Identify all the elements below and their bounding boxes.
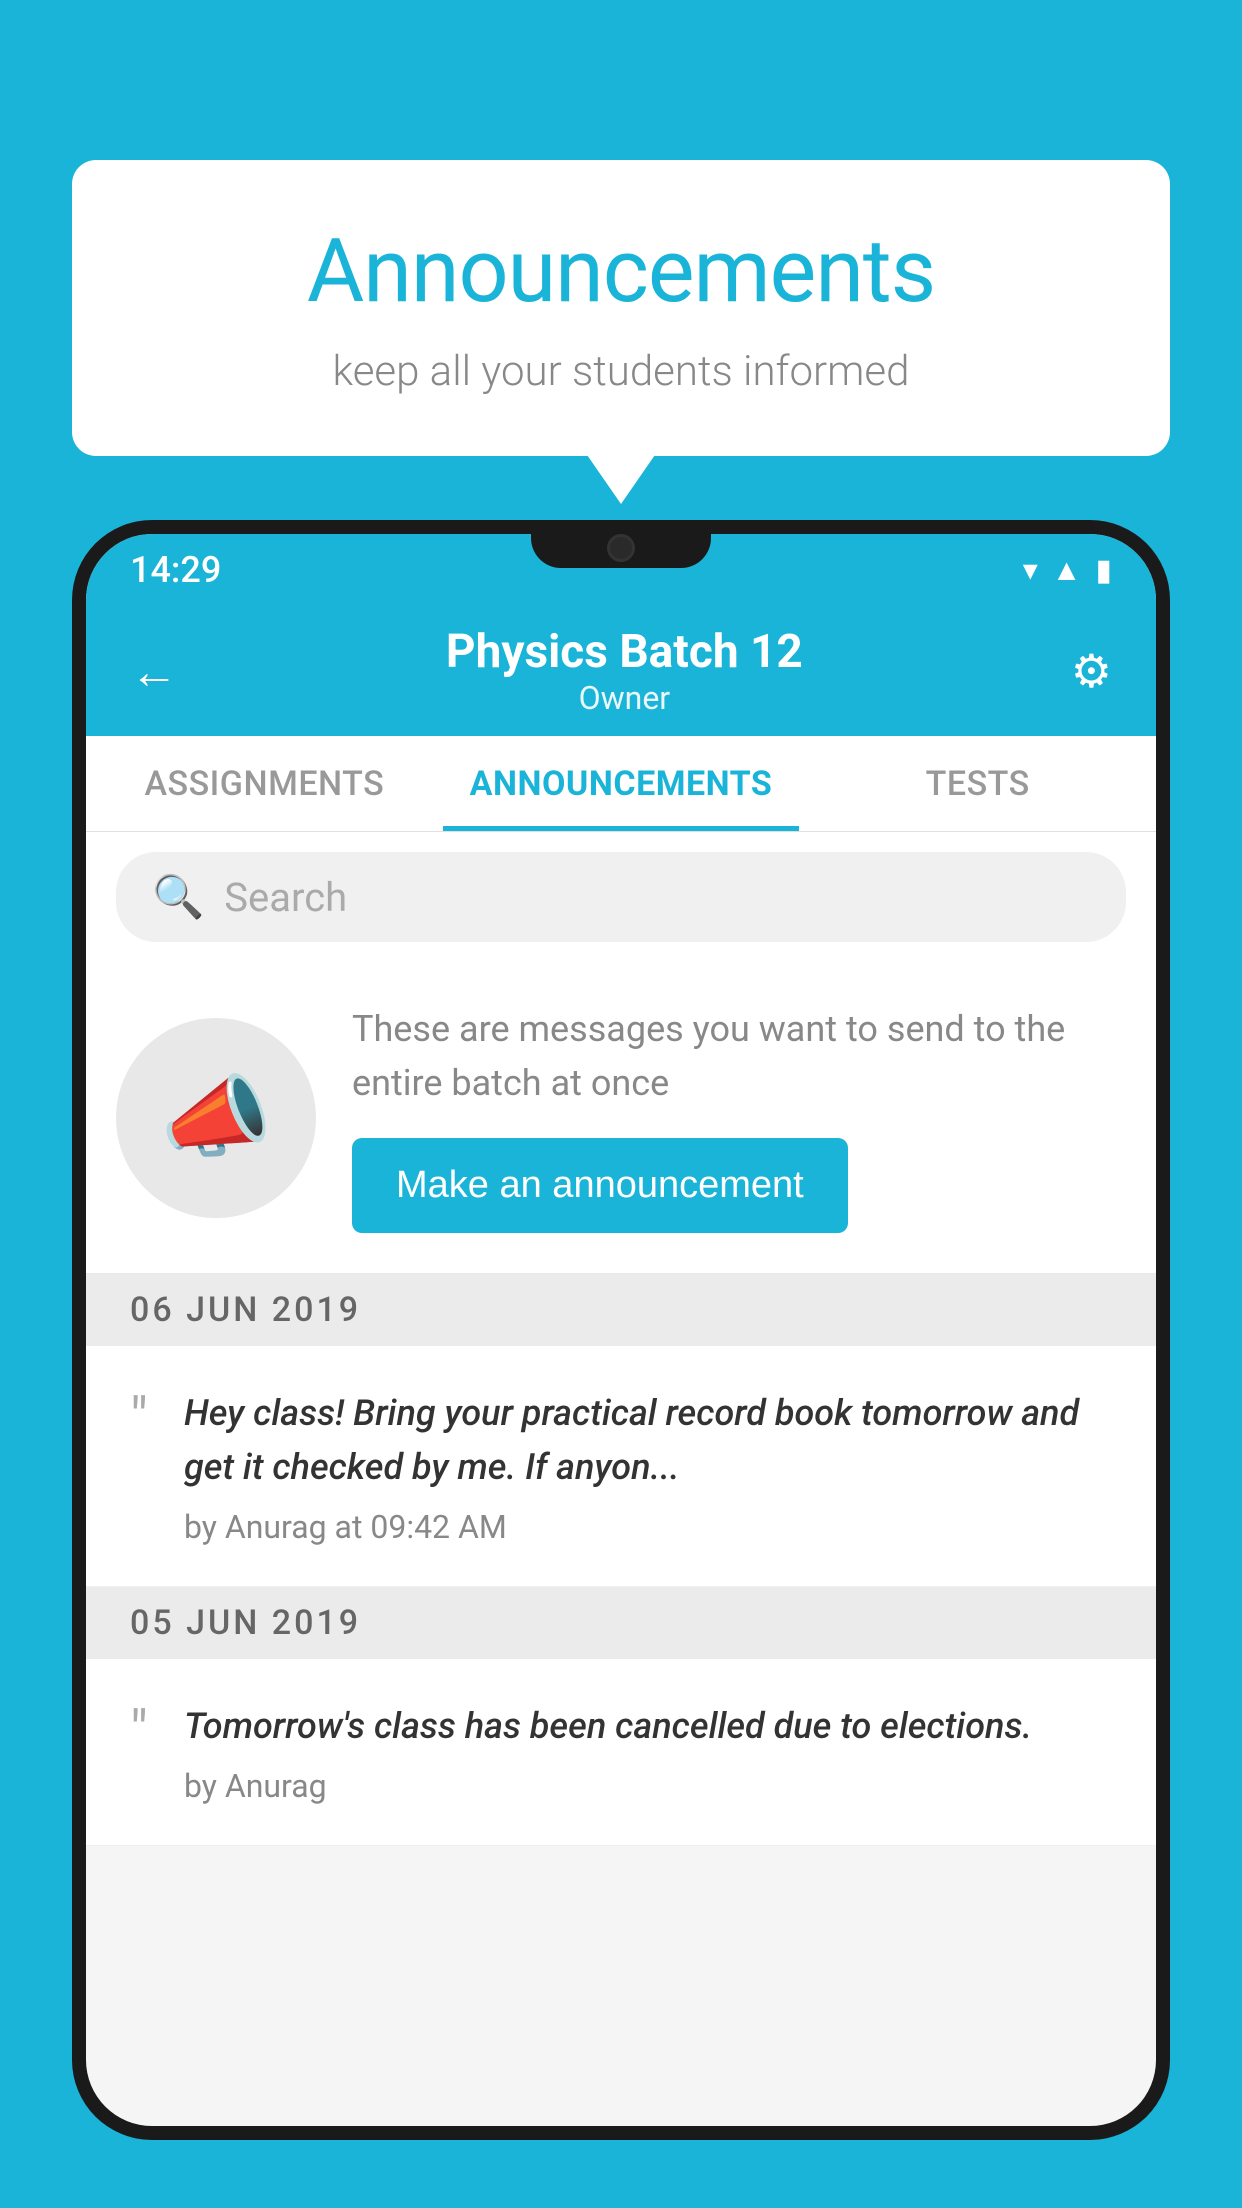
wifi-icon: ▾ xyxy=(1023,553,1038,588)
message-text-1: Tomorrow's class has been cancelled due … xyxy=(184,1699,1112,1753)
search-icon: 🔍 xyxy=(152,873,204,922)
tab-assignments[interactable]: ASSIGNMENTS xyxy=(86,736,443,831)
announcement-description: These are messages you want to send to t… xyxy=(352,1002,1126,1110)
announcement-item-1: " Tomorrow's class has been cancelled du… xyxy=(86,1659,1156,1846)
tab-tests[interactable]: TESTS xyxy=(799,736,1156,831)
tabs-bar: ASSIGNMENTS ANNOUNCEMENTS TESTS xyxy=(86,736,1156,832)
message-meta-1: by Anurag xyxy=(184,1767,1112,1805)
announcement-right: These are messages you want to send to t… xyxy=(352,1002,1126,1233)
announcement-item-0: " Hey class! Bring your practical record… xyxy=(86,1346,1156,1587)
speech-bubble-title: Announcements xyxy=(112,220,1130,323)
app-bar: ← Physics Batch 12 Owner ⚙ xyxy=(86,606,1156,736)
tab-announcements[interactable]: ANNOUNCEMENTS xyxy=(443,736,800,831)
status-icons: ▾ ▲ ▮ xyxy=(1023,553,1112,588)
speech-bubble-subtitle: keep all your students informed xyxy=(112,347,1130,396)
phone-camera xyxy=(607,534,635,562)
speech-bubble-container: Announcements keep all your students inf… xyxy=(72,160,1170,456)
signal-icon: ▲ xyxy=(1052,553,1082,588)
search-placeholder: Search xyxy=(224,874,347,921)
megaphone-icon: 📣 xyxy=(160,1065,272,1170)
phone-notch xyxy=(531,520,711,568)
message-meta-0: by Anurag at 09:42 AM xyxy=(184,1508,1112,1546)
message-content-0: Hey class! Bring your practical record b… xyxy=(184,1386,1112,1546)
phone-body: 14:29 ▾ ▲ ▮ ← Physics Batch 12 Owner ⚙ A… xyxy=(72,520,1170,2140)
phone-wrapper: 14:29 ▾ ▲ ▮ ← Physics Batch 12 Owner ⚙ A… xyxy=(72,520,1170,2208)
settings-icon[interactable]: ⚙ xyxy=(1071,644,1112,699)
status-time: 14:29 xyxy=(130,549,221,591)
speech-bubble: Announcements keep all your students inf… xyxy=(72,160,1170,456)
date-separator-june6: 06 JUN 2019 xyxy=(86,1274,1156,1346)
app-bar-title-group: Physics Batch 12 Owner xyxy=(446,625,803,717)
quote-icon-0: " xyxy=(130,1390,148,1446)
announcement-placeholder: 📣 These are messages you want to send to… xyxy=(86,962,1156,1274)
phone-screen: 14:29 ▾ ▲ ▮ ← Physics Batch 12 Owner ⚙ A… xyxy=(86,534,1156,2126)
back-button[interactable]: ← xyxy=(130,643,178,700)
make-announcement-button[interactable]: Make an announcement xyxy=(352,1138,848,1233)
date-separator-june5: 05 JUN 2019 xyxy=(86,1587,1156,1659)
quote-icon-1: " xyxy=(130,1703,148,1759)
message-text-0: Hey class! Bring your practical record b… xyxy=(184,1386,1112,1494)
app-bar-subtitle: Owner xyxy=(446,679,803,717)
message-content-1: Tomorrow's class has been cancelled due … xyxy=(184,1699,1112,1805)
search-container: 🔍 Search xyxy=(86,832,1156,962)
search-bar[interactable]: 🔍 Search xyxy=(116,852,1126,942)
battery-icon: ▮ xyxy=(1095,553,1112,588)
app-bar-title: Physics Batch 12 xyxy=(446,625,803,679)
announcement-icon-circle: 📣 xyxy=(116,1018,316,1218)
